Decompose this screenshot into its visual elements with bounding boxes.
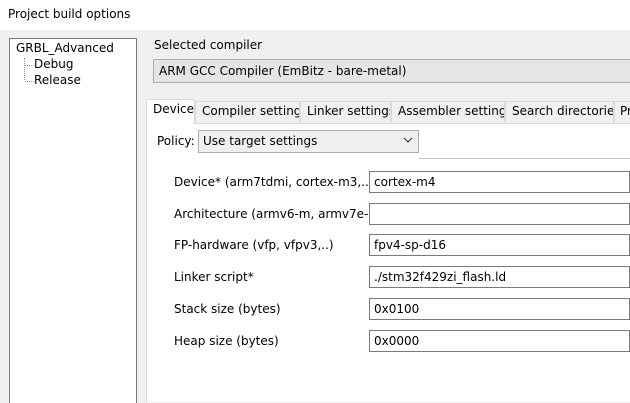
policy-label: Policy: [157,134,195,148]
compiler-value: ARM GCC Compiler (EmBitz - bare-metal) [159,64,407,78]
device-value: cortex-m4 [374,175,436,189]
tab-search-directories[interactable]: Search directories [505,101,614,122]
policy-dropdown[interactable]: Use target settings [198,130,419,153]
tab-linker-settings[interactable]: Linker settings [300,101,391,122]
stack-size-input[interactable]: 0x0100 [369,298,630,320]
tree-item-release[interactable]: Release [34,73,81,87]
heap-size-value: 0x0000 [374,334,420,348]
tab-label: Assembler settings [398,104,505,118]
tab-label: Search directories [512,104,614,118]
device-input[interactable]: cortex-m4 [369,171,630,193]
selected-compiler-label: Selected compiler [154,38,263,52]
tab-label: Linker settings [307,104,391,118]
target-tree: GRBL_Advanced Debug Release [9,38,137,403]
tree-connector [25,65,34,66]
architecture-input[interactable] [369,203,630,225]
architecture-label: Architecture (armv6-m, armv7e-m,.. [174,207,369,221]
device-tab-panel [146,123,630,402]
tab-pre-post-build[interactable]: Pr [614,101,630,122]
linker-script-value: ./stm32f429zi_flash.ld [374,270,507,284]
compiler-dropdown[interactable]: ARM GCC Compiler (EmBitz - bare-metal) [153,59,630,83]
heap-size-label: Heap size (bytes) [174,334,279,348]
window-title: Project build options [8,7,131,21]
divider [419,158,630,159]
policy-value: Use target settings [203,134,318,148]
linker-script-label: Linker script* [174,270,254,284]
tab-strip: Device Compiler settings Linker settings… [146,99,630,124]
stack-size-label: Stack size (bytes) [174,302,281,316]
tab-device[interactable]: Device [146,99,195,124]
fp-hardware-input[interactable]: fpv4-sp-d16 [369,234,630,256]
fp-hardware-label: FP-hardware (vfp, vfpv3,..) [174,238,334,252]
tree-connector [24,58,25,80]
chevron-down-icon [403,137,413,143]
tab-label: Device [153,102,195,116]
heap-size-input[interactable]: 0x0000 [369,330,630,352]
tab-assembler-settings[interactable]: Assembler settings [391,101,505,122]
fp-hardware-value: fpv4-sp-d16 [374,238,446,252]
tree-root-project[interactable]: GRBL_Advanced [16,41,114,55]
tree-item-debug[interactable]: Debug [34,57,73,71]
device-label: Device* (arm7tdmi, cortex-m3,..) [174,175,374,189]
tab-label: Compiler settings [202,104,300,118]
tab-compiler-settings[interactable]: Compiler settings [195,101,300,122]
title-bar: Project build options [0,0,630,30]
tab-label: Pr [620,104,630,118]
tree-connector [25,81,34,82]
linker-script-input[interactable]: ./stm32f429zi_flash.ld [369,266,630,288]
stack-size-value: 0x0100 [374,302,420,316]
